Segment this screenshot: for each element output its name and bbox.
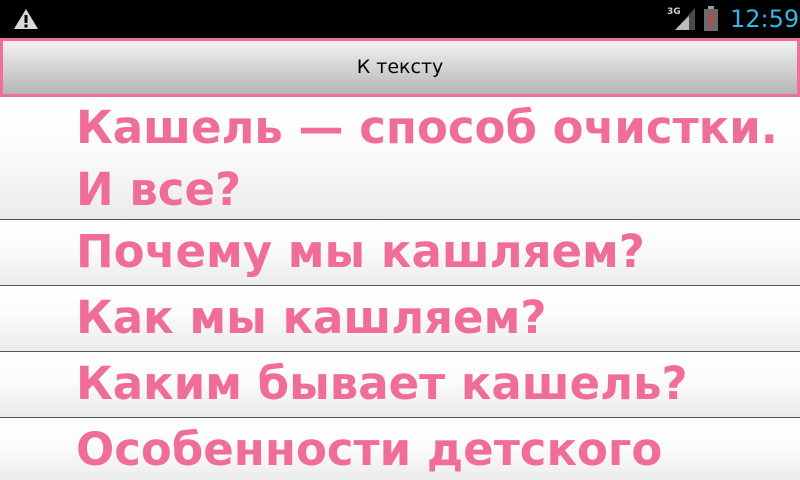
list-item[interactable]: Как мы кашляем? (0, 286, 800, 352)
battery-icon (704, 6, 718, 31)
signal-icon: 3G (667, 7, 695, 30)
list-item-label: И все? (76, 163, 242, 216)
status-bar: 3G 12:59 (0, 0, 800, 38)
list-item[interactable]: Каким бывает кашель? (0, 352, 800, 418)
list-item-label: Особенности детского (76, 423, 663, 476)
list-item-label: Как мы кашляем? (76, 291, 547, 344)
clock: 12:59 (730, 5, 800, 33)
list-item[interactable]: Кашель — способ очистки. И все? (0, 97, 800, 220)
topic-list[interactable]: Кашель — способ очистки. И все? Почему м… (0, 97, 800, 480)
to-text-button[interactable]: К тексту (3, 41, 797, 94)
list-item[interactable]: Почему мы кашляем? (0, 220, 800, 286)
list-item-label: Каким бывает кашель? (76, 357, 688, 410)
network-type-label: 3G (667, 7, 681, 17)
list-item-label: Кашель — способ очистки. (76, 101, 778, 154)
list-item-label: Почему мы кашляем? (76, 225, 645, 278)
list-item[interactable]: Особенности детского (0, 418, 800, 480)
warning-icon (14, 9, 38, 29)
toolbar: К тексту (0, 38, 800, 97)
